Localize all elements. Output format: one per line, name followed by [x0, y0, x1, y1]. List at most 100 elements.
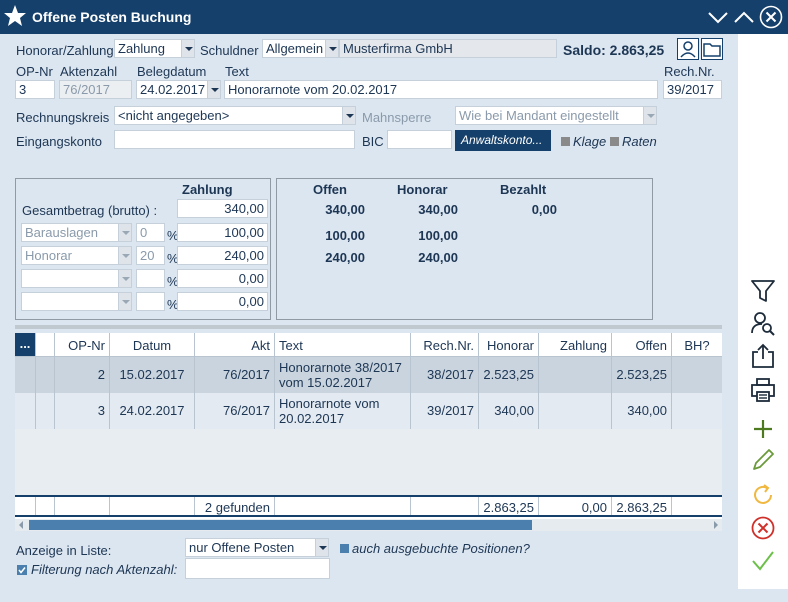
schuldner-name-field: Musterfirma GmbH	[339, 39, 557, 58]
summary-offen-2: 100,00	[325, 228, 365, 243]
belegdatum-value: 24.02.2017	[140, 82, 206, 97]
payment-type-select-1[interactable]: Barauslagen	[21, 223, 132, 242]
payment-pct-field-3[interactable]	[136, 269, 165, 288]
payment-type-select-2[interactable]: Honorar	[21, 246, 132, 265]
chevron-down-icon	[207, 81, 220, 98]
table-header-zahlung[interactable]: Zahlung	[539, 333, 612, 357]
chevron-down-icon	[315, 539, 328, 556]
payment-type-select-4[interactable]	[21, 292, 132, 311]
belegdatum-label: Belegdatum	[137, 64, 207, 79]
filter-aktenzahl-checkbox[interactable]	[17, 565, 27, 575]
schuldner-value: Allgemein	[266, 41, 324, 56]
table-header-offen[interactable]: Offen	[612, 333, 672, 357]
row-marker-2	[36, 357, 55, 393]
table-header-datum[interactable]: Datum	[110, 333, 195, 357]
payment-pct-field-1[interactable]: 0	[136, 223, 165, 242]
eingangskonto-label: Eingangskonto	[16, 134, 103, 149]
raten-checkbox[interactable]	[610, 137, 619, 146]
table-header-rechnr[interactable]: Rech.Nr.	[411, 333, 479, 357]
cell-honorar: 2.523,25	[479, 357, 539, 393]
table-header-honorar[interactable]: Honorar	[479, 333, 539, 357]
person-icon[interactable]	[677, 38, 699, 60]
chevron-down-icon	[118, 293, 131, 310]
confirm-icon[interactable]	[750, 548, 776, 574]
anwaltskonto-button[interactable]: Anwaltskonto...	[455, 130, 551, 151]
table-row[interactable]: 3 24.02.2017 76/2017 Honorarnote vom 20.…	[15, 393, 722, 429]
text-label: Text	[225, 64, 249, 79]
cell-bh	[672, 393, 722, 429]
scroll-left-icon[interactable]	[17, 521, 25, 529]
close-icon[interactable]	[759, 5, 783, 29]
rechnr-field[interactable]: 39/2017	[663, 80, 722, 99]
rechnungskreis-label: Rechnungskreis	[16, 110, 110, 125]
summary-panel	[276, 178, 653, 320]
add-icon[interactable]	[750, 416, 776, 442]
folder-icon[interactable]	[701, 38, 723, 60]
klage-checkbox[interactable]	[561, 137, 570, 146]
cancel-icon[interactable]	[750, 515, 776, 541]
scroll-right-icon[interactable]	[712, 521, 720, 529]
payment-type-value: Barauslagen	[25, 225, 98, 240]
minimize-icon[interactable]	[706, 5, 730, 29]
summary-honorar-3: 240,00	[418, 250, 458, 265]
footer-cell	[672, 497, 722, 515]
cell-zahlung	[539, 357, 612, 393]
table-header-text[interactable]: Text	[275, 333, 411, 357]
mahnsperre-select[interactable]: Wie bei Mandant eingestellt	[455, 106, 657, 125]
cell-datum: 15.02.2017	[110, 357, 195, 393]
gesamtbetrag-label: Gesamtbetrag (brutto) :	[22, 203, 158, 218]
cell-text: Honorarnote 38/2017 vom 15.02.2017	[275, 357, 411, 393]
print-icon[interactable]	[750, 377, 776, 403]
splitter[interactable]	[15, 325, 722, 329]
cell-op-nr: 3	[55, 393, 110, 429]
op-nr-field[interactable]: 3	[15, 80, 55, 99]
table-header-blank	[36, 333, 55, 357]
rechnungskreis-select[interactable]: <nicht angegeben>	[114, 106, 356, 125]
gesamtbetrag-field[interactable]: 340,00	[177, 199, 268, 218]
ausgebucht-checkbox[interactable]	[340, 544, 349, 553]
table-header-akt[interactable]: Akt	[195, 333, 275, 357]
window-title: Offene Posten Buchung	[32, 9, 192, 25]
anzeige-select[interactable]: nur Offene Posten	[185, 538, 329, 557]
payment-type-select-3[interactable]	[21, 269, 132, 288]
share-icon[interactable]	[750, 343, 776, 369]
table-header-bh[interactable]: BH?	[672, 333, 722, 357]
klage-label: Klage	[573, 134, 607, 149]
horizontal-scrollbar[interactable]	[15, 519, 722, 531]
table-header-op-nr[interactable]: OP-Nr	[55, 333, 110, 357]
row-marker-2	[36, 393, 55, 429]
cell-akt: 76/2017	[195, 357, 275, 393]
edit-icon[interactable]	[750, 447, 776, 473]
column-chooser-button[interactable]: ...	[15, 333, 36, 357]
footer-cell	[110, 497, 195, 515]
belegdatum-picker[interactable]: 24.02.2017	[136, 80, 221, 99]
schuldner-select[interactable]: Allgemein	[262, 39, 339, 58]
payment-amount-field-2[interactable]: 240,00	[177, 246, 268, 265]
table-row[interactable]: 2 15.02.2017 76/2017 Honorarnote 38/2017…	[15, 357, 722, 393]
op-table: ... OP-Nr Datum Akt Text Rech.Nr. Honora…	[15, 333, 722, 519]
summary-honorar-1: 340,00	[418, 202, 458, 217]
cell-zahlung	[539, 393, 612, 429]
footer-cell	[55, 497, 110, 515]
payment-pct-field-4[interactable]	[136, 292, 165, 311]
aktenzahl-field[interactable]: 76/2017	[59, 80, 132, 99]
summary-honorar-header: Honorar	[397, 182, 448, 197]
bic-field[interactable]	[387, 130, 452, 149]
text-field[interactable]: Honorarnote vom 20.02.2017	[224, 80, 658, 99]
cell-honorar: 340,00	[479, 393, 539, 429]
refresh-icon[interactable]	[750, 482, 776, 508]
payment-amount-field-3[interactable]: 0,00	[177, 269, 268, 288]
summary-bezahlt-header: Bezahlt	[500, 182, 547, 197]
user-search-icon[interactable]	[750, 310, 776, 336]
scrollbar-thumb[interactable]	[29, 520, 532, 530]
payment-pct-field-2[interactable]: 20	[136, 246, 165, 265]
cell-bh	[672, 357, 722, 393]
honorar-zahlung-select[interactable]: Zahlung	[114, 39, 195, 58]
filter-icon[interactable]	[750, 278, 776, 304]
eingangskonto-field[interactable]	[114, 130, 355, 149]
maximize-icon[interactable]	[732, 5, 756, 29]
payment-amount-field-4[interactable]: 0,00	[177, 292, 268, 311]
filter-aktenzahl-field[interactable]	[185, 558, 330, 579]
payment-amount-field-1[interactable]: 100,00	[177, 223, 268, 242]
saldo-value: Saldo: 2.863,25	[563, 42, 665, 58]
